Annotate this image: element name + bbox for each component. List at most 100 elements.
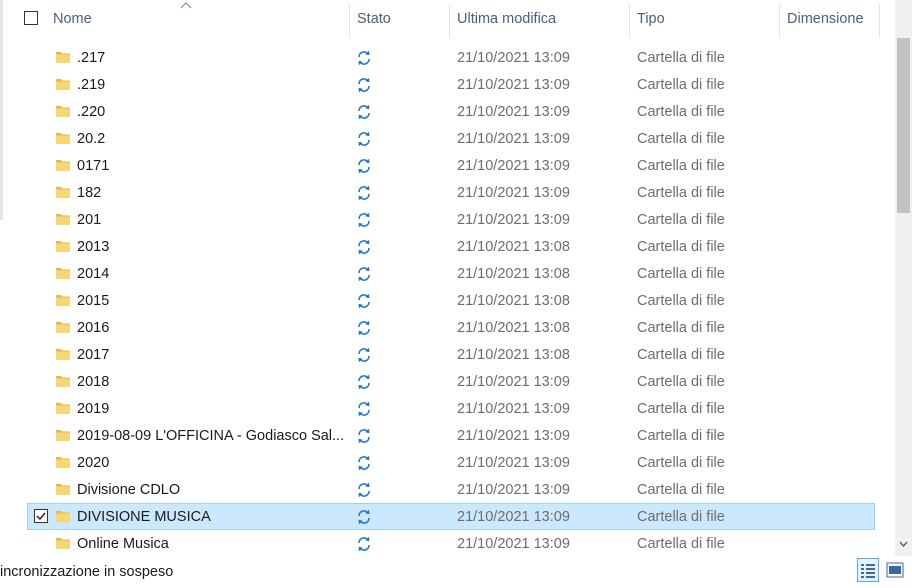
sort-ascending-icon xyxy=(180,2,192,9)
file-row[interactable]: .217 21/10/2021 13:09 Cartella di file xyxy=(27,44,875,71)
sync-pending-icon xyxy=(358,321,370,335)
file-row[interactable]: 2016 21/10/2021 13:08 Cartella di file xyxy=(27,314,875,341)
header-type[interactable]: Tipo xyxy=(637,0,665,38)
file-name: 2016 xyxy=(77,320,110,336)
modified-date: 21/10/2021 13:08 xyxy=(457,239,570,255)
file-type: Cartella di file xyxy=(637,374,725,390)
header-name[interactable]: Nome xyxy=(53,0,92,38)
file-row[interactable]: Online Musica 21/10/2021 13:09 Cartella di… xyxy=(27,530,875,557)
modified-date: 21/10/2021 13:09 xyxy=(457,401,570,417)
file-name: 2019-08-09 L'OFFICINA - Godiasco Sal... xyxy=(77,428,345,444)
folder-icon xyxy=(56,538,70,549)
header-divider[interactable] xyxy=(879,4,880,38)
file-row[interactable]: 201 21/10/2021 13:09 Cartella di file xyxy=(27,206,875,233)
file-name: 182 xyxy=(77,185,102,201)
scroll-down-icon[interactable] xyxy=(899,540,908,548)
sync-pending-icon xyxy=(358,213,370,227)
file-row[interactable]: 2013 21/10/2021 13:08 Cartella di file xyxy=(27,233,875,260)
sync-pending-icon xyxy=(358,456,370,470)
file-type: Cartella di file xyxy=(637,266,725,282)
file-name: 201 xyxy=(77,212,102,228)
sync-pending-icon xyxy=(358,294,370,308)
file-name: 2020 xyxy=(77,455,110,471)
modified-date: 21/10/2021 13:09 xyxy=(457,482,570,498)
folder-icon xyxy=(56,376,70,387)
file-row[interactable]: .219 21/10/2021 13:09 Cartella di file xyxy=(27,71,875,98)
file-type: Cartella di file xyxy=(637,347,725,363)
header-divider[interactable] xyxy=(349,4,350,38)
file-row[interactable]: 2014 21/10/2021 13:08 Cartella di file xyxy=(27,260,875,287)
sync-pending-icon xyxy=(358,537,370,551)
modified-date: 21/10/2021 13:09 xyxy=(457,104,570,120)
sync-pending-icon xyxy=(358,429,370,443)
file-row[interactable]: 2019 21/10/2021 13:09 Cartella di file xyxy=(27,395,875,422)
folder-icon xyxy=(56,511,70,522)
modified-date: 21/10/2021 13:09 xyxy=(457,536,570,552)
modified-date: 21/10/2021 13:09 xyxy=(457,212,570,228)
folder-icon xyxy=(56,403,70,414)
status-bar: incronizzazione in sospeso xyxy=(0,556,912,588)
file-row[interactable]: 2018 21/10/2021 13:09 Cartella di file xyxy=(27,368,875,395)
file-name: 2017 xyxy=(77,347,110,363)
folder-icon xyxy=(56,106,70,117)
modified-date: 21/10/2021 13:09 xyxy=(457,131,570,147)
header-status[interactable]: Stato xyxy=(357,0,391,38)
large-icons-view-button[interactable] xyxy=(884,558,906,582)
header-divider[interactable] xyxy=(449,4,450,38)
file-type: Cartella di file xyxy=(637,293,725,309)
file-row[interactable]: 0171 21/10/2021 13:09 Cartella di file xyxy=(27,152,875,179)
file-type: Cartella di file xyxy=(637,320,725,336)
file-row[interactable]: 20.2 21/10/2021 13:09 Cartella di file xyxy=(27,125,875,152)
file-name: .219 xyxy=(77,77,106,93)
file-name: 2018 xyxy=(77,374,110,390)
row-checkbox[interactable] xyxy=(34,509,48,523)
file-row[interactable]: 2020 21/10/2021 13:09 Cartella di file xyxy=(27,449,875,476)
folder-icon xyxy=(56,160,70,171)
file-type: Cartella di file xyxy=(637,509,725,525)
file-name: DIVISIONE MUSICA xyxy=(77,509,211,525)
folder-icon xyxy=(56,187,70,198)
file-name: 2014 xyxy=(77,266,110,282)
modified-date: 21/10/2021 13:08 xyxy=(457,320,570,336)
modified-date: 21/10/2021 13:09 xyxy=(457,158,570,174)
scrollbar-thumb[interactable] xyxy=(897,38,910,213)
file-type: Cartella di file xyxy=(637,428,725,444)
file-row[interactable]: .220 21/10/2021 13:09 Cartella di file xyxy=(27,98,875,125)
file-name: .220 xyxy=(77,104,106,120)
file-name: Divisione CDLO xyxy=(77,482,181,498)
select-all-checkbox[interactable] xyxy=(24,11,38,25)
file-row[interactable]: 2019-08-09 L'OFFICINA - Godiasco Sal... 2… xyxy=(27,422,875,449)
file-row[interactable]: 182 21/10/2021 13:09 Cartella di file xyxy=(27,179,875,206)
status-text: incronizzazione in sospeso xyxy=(0,564,174,580)
file-row[interactable]: 2015 21/10/2021 13:08 Cartella di file xyxy=(27,287,875,314)
file-row[interactable]: Divisione CDLO 21/10/2021 13:09 Cartella d… xyxy=(27,476,875,503)
file-type: Cartella di file xyxy=(637,536,725,552)
vertical-scrollbar[interactable] xyxy=(895,0,912,556)
modified-date: 21/10/2021 13:09 xyxy=(457,455,570,471)
modified-date: 21/10/2021 13:08 xyxy=(457,347,570,363)
large-icons-view-icon xyxy=(886,562,904,578)
modified-date: 21/10/2021 13:09 xyxy=(457,374,570,390)
file-row[interactable]: DIVISIONE MUSICA 21/10/2021 13:09 Cartella… xyxy=(27,503,875,530)
sync-pending-icon xyxy=(358,348,370,362)
file-name: .217 xyxy=(77,50,106,66)
file-name: 0171 xyxy=(77,158,110,174)
modified-date: 21/10/2021 13:08 xyxy=(457,293,570,309)
file-row[interactable]: 2017 21/10/2021 13:08 Cartella di file xyxy=(27,341,875,368)
folder-icon xyxy=(56,349,70,360)
sync-pending-icon xyxy=(358,402,370,416)
details-view-button[interactable] xyxy=(857,558,879,582)
modified-date: 21/10/2021 13:09 xyxy=(457,77,570,93)
sync-pending-icon xyxy=(358,159,370,173)
left-pane-edge xyxy=(0,0,8,556)
header-divider[interactable] xyxy=(779,4,780,38)
sync-pending-icon xyxy=(358,240,370,254)
header-divider[interactable] xyxy=(629,4,630,38)
file-type: Cartella di file xyxy=(637,212,725,228)
file-type: Cartella di file xyxy=(637,401,725,417)
folder-icon xyxy=(56,484,70,495)
header-modified[interactable]: Ultima modifica xyxy=(457,0,556,38)
folder-icon xyxy=(56,79,70,90)
file-type: Cartella di file xyxy=(637,104,725,120)
header-size[interactable]: Dimensione xyxy=(787,0,864,38)
